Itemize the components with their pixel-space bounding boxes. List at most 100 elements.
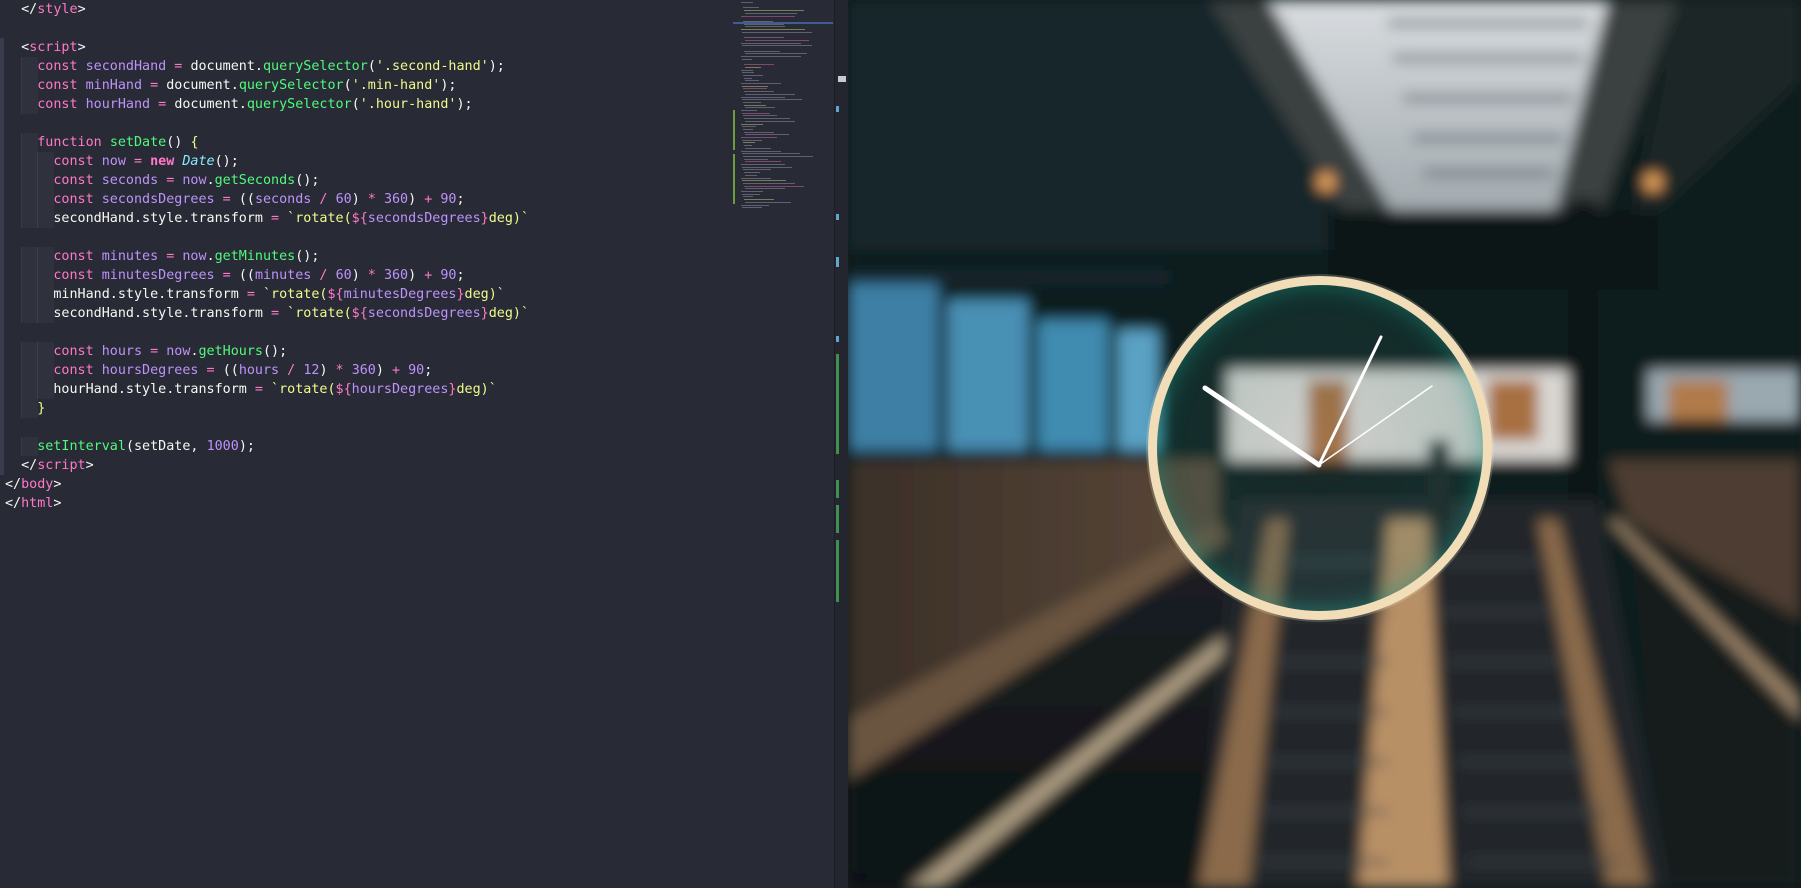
code-line[interactable]: <script> [0,38,730,57]
code-line[interactable] [0,19,730,38]
scrollbar-thumb[interactable] [838,76,846,82]
code-editor[interactable]: </style> <script> const secondHand = doc… [0,0,849,888]
code-line[interactable]: const hoursDegrees = ((hours / 12) * 360… [0,361,730,380]
minimap-line [742,31,812,33]
code-line[interactable]: const secondsDegrees = ((seconds / 60) *… [0,190,730,209]
line-gutter [0,475,4,494]
code-token: Date [182,154,215,169]
code-token: const [5,344,102,359]
code-token: / [311,268,336,283]
code-line[interactable]: const minHand = document.querySelector('… [0,76,730,95]
minimap[interactable] [733,0,833,230]
code-token: getHours [198,344,264,359]
code-line[interactable] [0,418,730,437]
minimap-line [742,126,756,128]
code-token: now [101,154,126,169]
code-token: deg)` [488,211,530,226]
code-token: (); [263,344,288,359]
code-line[interactable]: </body> [0,475,730,494]
code-line[interactable]: function setDate() { [0,133,730,152]
code-line[interactable]: const now = new Date(); [0,152,730,171]
code-line[interactable]: </html> [0,494,730,513]
code-text: secondHand.style.transform = `rotate(${s… [5,209,529,228]
browser-preview [848,0,1801,888]
minimap-line [742,72,754,74]
code-token: = [150,97,175,112]
code-line[interactable]: const seconds = now.getSeconds(); [0,171,730,190]
minimap-line [744,91,774,93]
code-token: + [383,363,409,378]
code-token: (); [295,173,320,188]
code-token: </ [5,458,38,473]
code-token: '.min-hand' [351,78,441,93]
clock-face [1202,335,1433,468]
code-line[interactable] [0,114,730,133]
code-line[interactable]: const minutes = now.getMinutes(); [0,247,730,266]
minimap-line [744,23,784,25]
minimap-line [741,164,785,165]
minimap-line [743,169,771,171]
line-gutter [0,228,4,247]
second-hand [1318,385,1433,466]
code-token: 60 [335,268,352,283]
code-text: hourHand.style.transform = `rotate(${hou… [5,380,496,399]
ruler-marker [836,257,839,267]
code-token: const [5,363,102,378]
code-line[interactable] [0,323,730,342]
line-gutter [0,38,4,57]
code-text: const hourHand = document.querySelector(… [5,95,472,114]
minimap-line [742,166,792,168]
code-token: ${ [351,306,368,321]
code-token: hours [101,344,143,359]
minimap-line [741,191,763,192]
code-token: / [279,363,304,378]
code-line[interactable]: hourHand.style.transform = `rotate(${hou… [0,380,730,399]
code-token: hourHand [85,97,151,112]
code-token: = [198,363,223,378]
minimap-line [742,85,768,87]
code-line[interactable]: </style> [0,0,730,19]
minimap-line [743,7,759,9]
code-line[interactable]: const secondHand = document.querySelecto… [0,57,730,76]
vertical-scrollbar[interactable] [834,0,849,888]
line-gutter [0,418,4,437]
minimap-line [743,74,763,76]
minimap-line [741,110,757,111]
code-line[interactable]: minHand.style.transform = `rotate(${minu… [0,285,730,304]
code-text: } [5,399,45,418]
code-line[interactable]: </script> [0,456,730,475]
minimap-line [741,69,753,71]
code-token: ) [351,192,360,207]
minimap-line [743,142,755,144]
code-line[interactable]: setInterval(setDate, 1000); [0,437,730,456]
code-line[interactable]: const hourHand = document.querySelector(… [0,95,730,114]
code-text: const seconds = now.getSeconds(); [5,171,319,190]
line-gutter [0,171,4,190]
code-token: ; [456,268,465,283]
code-token: now [166,344,191,359]
code-line[interactable] [0,228,730,247]
minimap-line [745,107,775,109]
code-line[interactable]: const minutesDegrees = ((minutes / 60) *… [0,266,730,285]
minimap-line [741,137,777,138]
code-token: script [29,40,78,55]
code-token: . [206,173,215,188]
code-token: html [21,496,54,511]
minimap-line [745,120,795,122]
minimap-line [745,134,789,136]
code-token: = [262,211,288,226]
code-text: const minutesDegrees = ((minutes / 60) *… [5,266,465,285]
code-token: ); [440,78,457,93]
code-line[interactable]: const hours = now.getHours(); [0,342,730,361]
code-line[interactable]: secondHand.style.transform = `rotate(${s… [0,209,730,228]
code-line[interactable]: } [0,399,730,418]
code-token: seconds [254,192,312,207]
code-token: secondsDegrees [367,306,481,321]
code-area[interactable]: </style> <script> const secondHand = doc… [0,0,730,888]
code-token: (); [295,249,320,264]
line-gutter [0,133,4,152]
code-token: document. [190,59,263,74]
minute-hand [1317,335,1383,467]
minimap-line [742,99,802,101]
code-line[interactable]: secondHand.style.transform = `rotate(${s… [0,304,730,323]
